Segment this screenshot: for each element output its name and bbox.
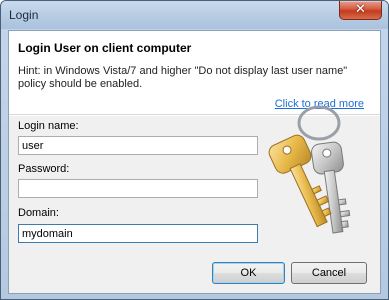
ok-button[interactable]: OK [212,262,285,284]
dialog-content: Login User on client computer Hint: in W… [8,30,381,294]
key-ring [297,105,341,141]
domain-label: Domain: [18,207,59,219]
dialog-heading: Login User on client computer [18,41,192,55]
hint-text: Hint: in Windows Vista/7 and higher "Do … [18,65,348,90]
login-dialog: Login ✕ Login User on client computer Hi… [0,0,389,300]
close-icon: ✕ [355,2,366,17]
login-name-label: Login name: [18,120,79,132]
cancel-button[interactable]: Cancel [291,262,367,284]
keys-icon [268,105,351,234]
close-button[interactable]: ✕ [339,1,382,20]
title-bar[interactable]: Login ✕ [1,1,388,29]
domain-input[interactable] [18,224,258,243]
window-title: Login [9,8,39,22]
login-name-input[interactable] [18,136,258,155]
password-label: Password: [18,163,70,175]
password-input[interactable] [18,179,258,198]
